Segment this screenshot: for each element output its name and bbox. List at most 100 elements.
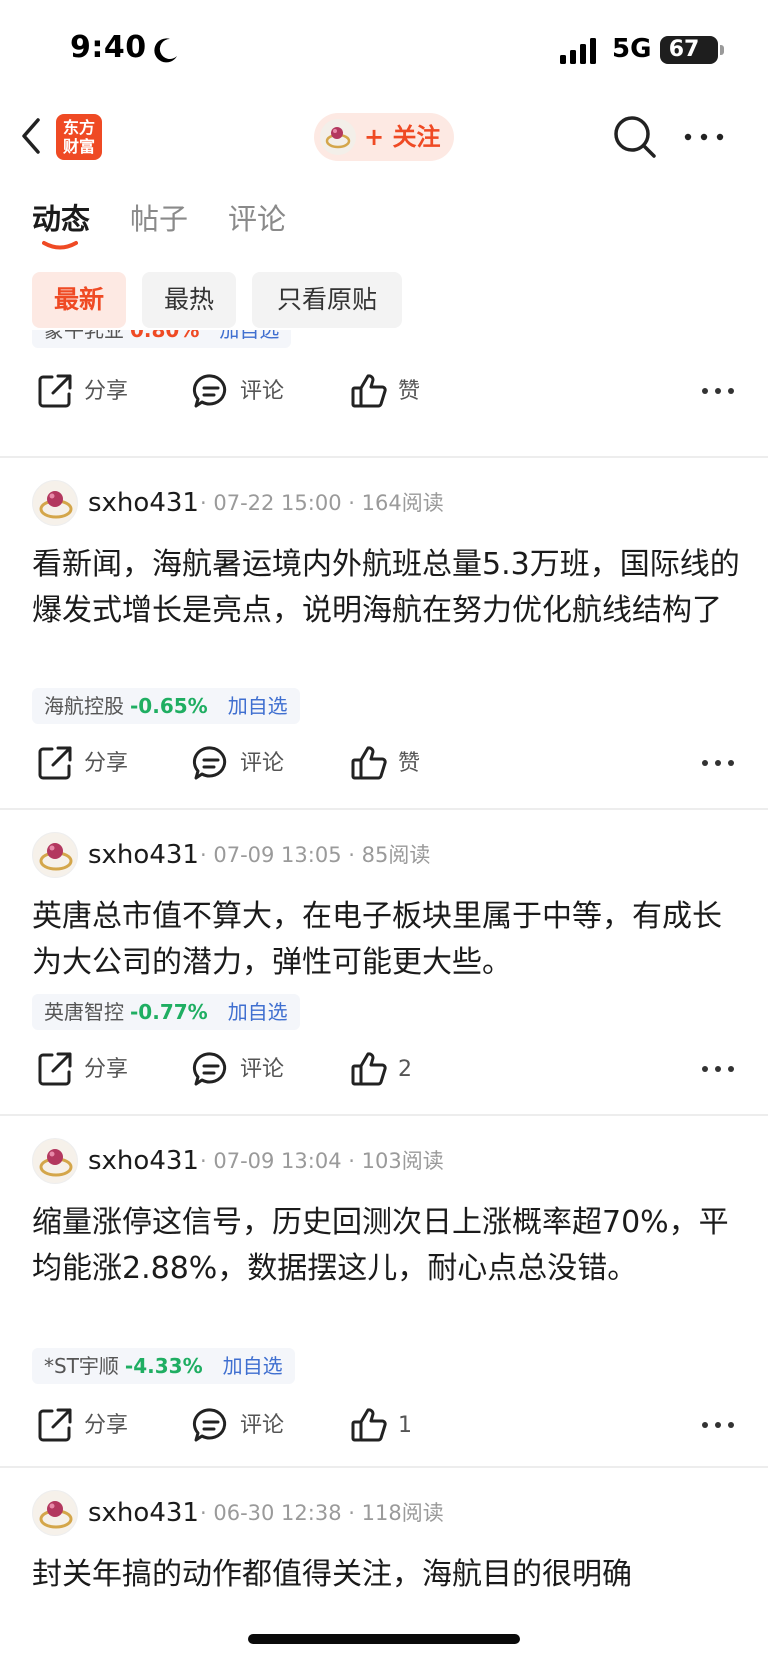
like-count: 1: [398, 1413, 412, 1438]
stock-tag[interactable]: 英唐智控 -0.77% 加自选: [32, 994, 300, 1030]
status-bar: 9:40 5G 67: [0, 0, 768, 100]
thumbs-up-icon: [351, 374, 387, 408]
user-avatar[interactable]: [32, 832, 78, 878]
tab-comments[interactable]: 评论: [228, 196, 286, 238]
logo-text-top: 东方: [62, 118, 95, 137]
post-content[interactable]: 英唐总市值不算大，在电子板块里属于中等，有成长为大公司的潜力，弹性可能更大些。: [32, 894, 742, 986]
profile-avatar: [320, 119, 356, 155]
like-count: 2: [398, 1057, 412, 1082]
battery-icon: 67: [660, 36, 718, 64]
username[interactable]: sxho431: [88, 480, 199, 526]
share-label: 分享: [84, 379, 129, 404]
post-card: sxho431 · 07-22 15:00 · 164阅读 看新闻，海航暑运境内…: [0, 458, 768, 808]
stock-change: -4.33%: [124, 1354, 203, 1378]
stock-name: *ST宇顺: [44, 1354, 119, 1378]
post-card: sxho431 · 07-09 13:04 · 103阅读 缩量涨停这信号，历史…: [0, 1116, 768, 1466]
search-icon[interactable]: [612, 114, 658, 160]
like-count: 赞: [398, 379, 421, 404]
filter-hot[interactable]: 最热: [142, 272, 236, 328]
post-date: · 06-30 12:38 · 118阅读: [200, 1501, 444, 1525]
add-watchlist-button[interactable]: 加自选: [219, 330, 279, 342]
post-content[interactable]: 看新闻，海航暑运境内外航班总量5.3万班，国际线的爆发式增长是亮点，说明海航在努…: [32, 542, 742, 634]
filter-latest[interactable]: 最新: [32, 272, 126, 328]
stock-tag[interactable]: 蒙牛乳业 0.80% 加自选: [32, 330, 292, 348]
thumbs-up-icon: [351, 1408, 387, 1442]
comment-icon: [192, 1408, 227, 1442]
ring-icon: [39, 491, 73, 519]
home-indicator[interactable]: [248, 1634, 520, 1644]
like-count: 赞: [398, 751, 421, 776]
post-card: 蒙牛乳业 0.80% 加自选 分享 评论 赞: [0, 330, 768, 456]
comment-icon: [192, 1052, 227, 1086]
user-avatar[interactable]: [32, 480, 78, 526]
add-watchlist-button[interactable]: 加自选: [228, 1000, 288, 1024]
post-more-icon[interactable]: [700, 1064, 736, 1074]
follow-button[interactable]: + 关注: [314, 113, 454, 161]
comment-button[interactable]: 评论: [192, 1050, 302, 1090]
read-count: 164阅读: [361, 491, 444, 515]
stock-name: 海航控股: [44, 694, 124, 718]
follow-label: + 关注: [364, 123, 441, 151]
comment-icon: [192, 374, 227, 408]
comment-button[interactable]: 评论: [192, 744, 302, 784]
app-logo[interactable]: 东方 财富: [56, 114, 102, 160]
comment-button[interactable]: 评论: [192, 1406, 302, 1446]
tab-dynamic[interactable]: 动态: [32, 196, 90, 238]
share-icon: [38, 374, 72, 408]
battery-tip: [720, 45, 724, 55]
post-more-icon[interactable]: [700, 386, 736, 396]
share-button[interactable]: 分享: [36, 372, 146, 412]
stock-name: 蒙牛乳业: [44, 330, 124, 342]
post-date: · 07-09 13:04 · 103阅读: [200, 1149, 444, 1173]
share-label: 分享: [84, 751, 129, 776]
post-date-text: 07-09 13:05: [213, 843, 342, 867]
share-button[interactable]: 分享: [36, 744, 146, 784]
stock-change: 0.80%: [130, 330, 200, 342]
like-button[interactable]: 赞: [350, 372, 450, 412]
post-date: · 07-09 13:05 · 85阅读: [200, 843, 431, 867]
stock-change: -0.65%: [130, 694, 208, 718]
thumbs-up-icon: [351, 746, 387, 780]
comment-label: 评论: [240, 1057, 285, 1082]
tab-posts[interactable]: 帖子: [130, 196, 188, 238]
share-button[interactable]: 分享: [36, 1050, 146, 1090]
stock-tag[interactable]: *ST宇顺 -4.33% 加自选: [32, 1348, 295, 1384]
add-watchlist-button[interactable]: 加自选: [223, 1354, 283, 1378]
post-feed: 蒙牛乳业 0.80% 加自选 分享 评论 赞 sxho431 · 07-22 15:…: [0, 330, 768, 1663]
stock-change: -0.77%: [130, 1000, 208, 1024]
moon-icon: [154, 38, 177, 63]
share-icon: [38, 1052, 72, 1086]
post-date: · 07-22 15:00 · 164阅读: [200, 491, 444, 515]
filter-original-only[interactable]: 只看原贴: [252, 272, 402, 328]
network-type: 5G: [612, 34, 652, 64]
post-card: sxho431 · 07-09 13:05 · 85阅读 英唐总市值不算大，在电…: [0, 810, 768, 1114]
username[interactable]: sxho431: [88, 1490, 199, 1536]
username[interactable]: sxho431: [88, 1138, 199, 1184]
like-button[interactable]: 2: [350, 1050, 450, 1090]
like-button[interactable]: 1: [350, 1406, 450, 1446]
add-watchlist-button[interactable]: 加自选: [228, 694, 288, 718]
post-more-icon[interactable]: [700, 1420, 736, 1430]
username[interactable]: sxho431: [88, 832, 199, 878]
user-avatar[interactable]: [32, 1138, 78, 1184]
post-more-icon[interactable]: [700, 758, 736, 768]
like-button[interactable]: 赞: [350, 744, 450, 784]
header: 东方 财富 + 关注: [0, 100, 768, 180]
share-label: 分享: [84, 1057, 129, 1082]
post-date-text: 07-22 15:00: [213, 491, 342, 515]
back-icon[interactable]: [16, 114, 46, 158]
user-avatar[interactable]: [32, 1490, 78, 1536]
post-date-text: 06-30 12:38: [213, 1501, 342, 1525]
comment-button[interactable]: 评论: [192, 372, 302, 412]
more-icon[interactable]: [680, 120, 728, 154]
signal-icon: [560, 38, 596, 64]
share-label: 分享: [84, 1413, 129, 1438]
share-button[interactable]: 分享: [36, 1406, 146, 1446]
share-icon: [38, 1408, 72, 1442]
post-content[interactable]: 封关年搞的动作都值得关注，海航目的很明确: [32, 1552, 742, 1598]
ring-icon: [325, 127, 351, 149]
post-date-text: 07-09 13:04: [213, 1149, 342, 1173]
stock-tag[interactable]: 海航控股 -0.65% 加自选: [32, 688, 300, 724]
comment-icon: [192, 746, 227, 780]
post-content[interactable]: 缩量涨停这信号，历史回测次日上涨概率超70%，平均能涨2.88%，数据摆这儿，耐…: [32, 1200, 742, 1292]
